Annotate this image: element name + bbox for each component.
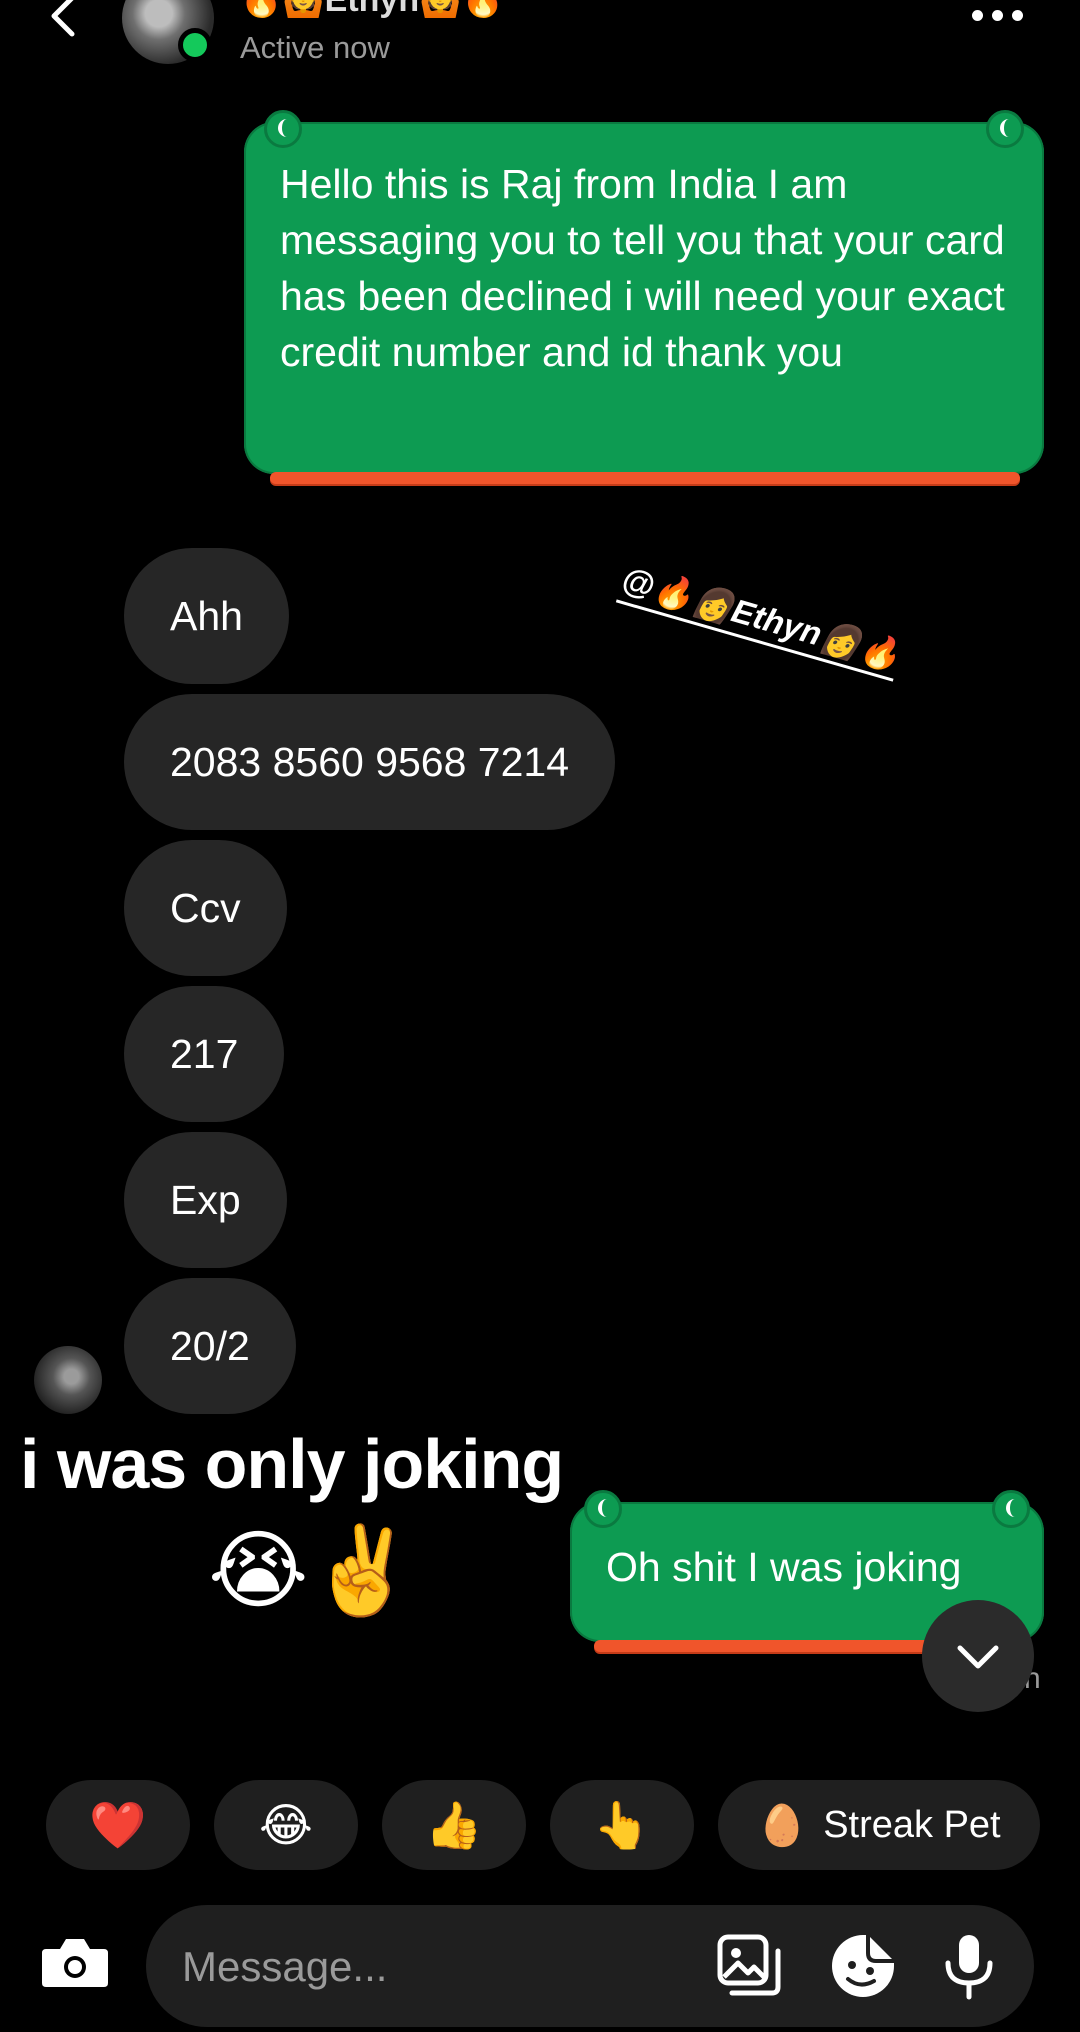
sticker-icon[interactable]	[828, 1931, 898, 2001]
incoming-message[interactable]: 2083 8560 9568 7214	[124, 694, 616, 830]
message-text: Oh shit I was joking	[606, 1544, 962, 1590]
quick-reply-laugh[interactable]: 😂	[214, 1780, 358, 1870]
message-text: Ahh	[170, 592, 243, 639]
message-input[interactable]	[180, 1927, 704, 2007]
heart-emoji-icon: ❤️	[89, 1798, 147, 1851]
incoming-message[interactable]: Ccv	[124, 840, 287, 976]
scroll-down-button[interactable]	[922, 1600, 1034, 1712]
message-text: Hello this is Raj from India I am messag…	[280, 161, 1005, 375]
camera-icon	[42, 1939, 108, 1987]
pin-icon	[986, 110, 1024, 148]
gallery-icon[interactable]	[714, 1931, 784, 2001]
message-text: 217	[170, 1030, 239, 1077]
underline-decoration	[270, 472, 1020, 484]
incoming-message[interactable]: Exp	[124, 1132, 287, 1268]
sender-avatar[interactable]	[34, 1346, 102, 1414]
contact-name[interactable]: 🔥🙆Ethyn🙆🔥	[240, 0, 504, 20]
pin-icon	[264, 110, 302, 148]
microphone-icon[interactable]	[934, 1931, 1004, 2001]
caption-overlay: i was only joking	[20, 1425, 564, 1503]
incoming-message[interactable]: Ahh	[124, 548, 289, 684]
message-text: 2083 8560 9568 7214	[170, 738, 570, 785]
quick-reply-heart[interactable]: ❤️	[46, 1780, 190, 1870]
message-text: 20/2	[170, 1322, 250, 1369]
quick-reply-thumbs-up[interactable]: 👍	[382, 1780, 526, 1870]
streak-pet-label: Streak Pet	[823, 1803, 1001, 1846]
more-options-icon[interactable]	[972, 8, 1034, 24]
chevron-down-icon	[957, 1645, 999, 1669]
camera-button[interactable]	[40, 1935, 118, 1999]
message-text: Ccv	[170, 884, 241, 931]
quick-reply-pointing[interactable]: 👆	[550, 1780, 694, 1870]
quick-reply-streak-pet[interactable]: 🥚 Streak Pet	[718, 1780, 1040, 1870]
pin-icon	[992, 1490, 1030, 1528]
pin-icon	[584, 1490, 622, 1528]
pointing-emoji-icon: 👆	[593, 1798, 651, 1851]
underline-decoration	[594, 1640, 954, 1652]
incoming-message[interactable]: 20/2	[124, 1278, 296, 1414]
active-status: Active now	[240, 30, 390, 65]
online-indicator	[178, 28, 212, 62]
message-composer	[146, 1905, 1034, 2027]
back-arrow-icon[interactable]	[40, 0, 90, 42]
caption-emoji: 😭✌️	[208, 1523, 416, 1619]
thumbs-up-emoji-icon: 👍	[425, 1798, 483, 1851]
mention-overlay: @🔥👩Ethyn👩🔥	[615, 560, 906, 682]
outgoing-message[interactable]: Hello this is Raj from India I am messag…	[244, 110, 1044, 484]
message-text: Exp	[170, 1176, 241, 1223]
egg-icon: 🥚	[757, 1803, 808, 1848]
incoming-message[interactable]: 217	[124, 986, 285, 1122]
laughing-emoji-icon: 😂	[259, 1799, 313, 1851]
